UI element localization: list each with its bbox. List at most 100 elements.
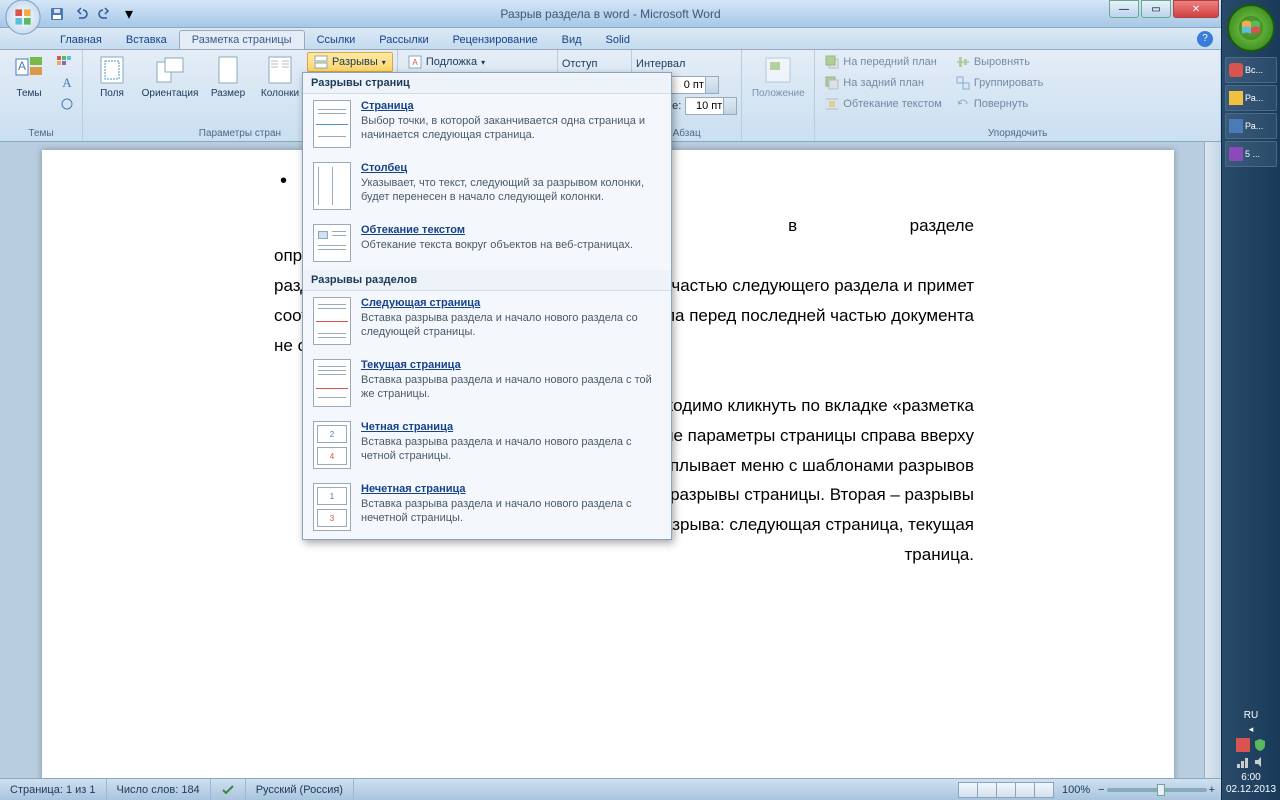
svg-text:A: A [412, 58, 418, 67]
zoom-level[interactable]: 100% [1062, 784, 1090, 796]
zoom-out-icon[interactable]: − [1098, 784, 1104, 796]
tray-clock[interactable]: 6:00 02.12.2013 [1226, 772, 1276, 796]
indent-label: Отступ [562, 54, 598, 74]
size-button[interactable]: Размер [203, 52, 253, 118]
doc-text: траница. [905, 545, 975, 564]
window-title: Разрыв раздела в word - Microsoft Word [500, 7, 720, 21]
break-page-item[interactable]: СтраницаВыбор точки, в которой заканчива… [303, 94, 671, 156]
even-page-icon: 24 [313, 421, 351, 469]
orientation-button[interactable]: Ориентация [139, 52, 201, 118]
group-themes: A Темы A Темы [0, 50, 83, 141]
taskbar-item-3[interactable]: 5 ... [1225, 141, 1277, 167]
office-button[interactable] [4, 0, 42, 36]
save-icon[interactable] [46, 4, 68, 24]
group-button[interactable]: Группировать [950, 73, 1050, 93]
start-button[interactable] [1227, 4, 1275, 52]
back-icon [825, 76, 839, 90]
break-even-page-item[interactable]: 24 Четная страницаВставка разрыва раздел… [303, 415, 671, 477]
tab-solid[interactable]: Solid [594, 31, 642, 49]
status-words[interactable]: Число слов: 184 [107, 779, 211, 800]
tray-expand-icon[interactable]: ◂ [1249, 724, 1254, 735]
view-draft[interactable] [1034, 782, 1054, 798]
spacing-after-input[interactable] [685, 97, 737, 115]
doc-text: В поле параметры страницы справа вверху [629, 426, 974, 445]
break-odd-page-item[interactable]: 13 Нечетная страницаВставка разрыва разд… [303, 477, 671, 539]
doc-text: а разрыва: следующая страница, текущая [639, 515, 974, 534]
text-wrap-break-icon [313, 224, 351, 262]
themes-icon: A [13, 54, 45, 86]
doc-text: асть: разрывы страницы. Вторая – разрывы [626, 485, 974, 504]
rotate-button[interactable]: Повернуть [950, 94, 1050, 114]
view-outline[interactable] [1015, 782, 1035, 798]
tray-language[interactable]: RU [1244, 710, 1258, 721]
statusbar: Страница: 1 из 1 Число слов: 184 Русский… [0, 778, 1221, 800]
align-button[interactable]: Выровнять [950, 52, 1050, 72]
tab-references[interactable]: Ссылки [305, 31, 368, 49]
status-language[interactable]: Русский (Россия) [246, 779, 354, 800]
break-text-wrap-item[interactable]: Обтекание текстомОбтекание текста вокруг… [303, 218, 671, 270]
send-back-button[interactable]: На задний план [819, 73, 948, 93]
status-proof-icon[interactable] [211, 779, 246, 800]
dropdown-header-page-breaks: Разрывы страниц [303, 73, 671, 94]
size-icon [212, 54, 244, 86]
breaks-icon [314, 55, 328, 69]
taskbar-item-2[interactable]: Ра... [1225, 113, 1277, 139]
tray-shield-icon[interactable] [1253, 738, 1267, 752]
tab-review[interactable]: Рецензирование [441, 31, 550, 49]
tab-view[interactable]: Вид [550, 31, 594, 49]
view-print-layout[interactable] [958, 782, 978, 798]
themes-button[interactable]: A Темы [4, 52, 54, 118]
theme-fonts-icon[interactable]: A [56, 73, 78, 93]
orientation-icon [154, 54, 186, 86]
dropdown-header-section-breaks: Разрывы разделов [303, 270, 671, 291]
zoom-slider[interactable] [1107, 788, 1207, 792]
titlebar: ▾ Разрыв раздела в word - Microsoft Word… [0, 0, 1221, 28]
system-tray: RU ◂ 6:00 02.12.2013 [1222, 706, 1280, 800]
tray-flag-icon[interactable] [1236, 738, 1250, 752]
vertical-scrollbar[interactable] [1204, 142, 1221, 778]
next-page-icon [313, 297, 351, 345]
text-wrap-button[interactable]: Обтекание текстом [819, 94, 948, 114]
margins-button[interactable]: Поля [87, 52, 137, 118]
columns-button[interactable]: Колонки [255, 52, 305, 118]
tray-network-icon[interactable] [1236, 755, 1250, 769]
theme-effects-icon[interactable] [56, 94, 78, 114]
qat-more-icon[interactable]: ▾ [118, 4, 140, 24]
break-next-page-item[interactable]: Следующая страницаВставка разрыва раздел… [303, 291, 671, 353]
maximize-button[interactable]: ▭ [1141, 0, 1171, 18]
taskbar-item-0[interactable]: Вс... [1225, 57, 1277, 83]
zoom-in-icon[interactable]: + [1209, 784, 1215, 796]
align-icon [956, 55, 970, 69]
tray-volume-icon[interactable] [1253, 755, 1267, 769]
windows-taskbar: Вс... Ра... Ра... 5 ... RU ◂ 6:00 02.12.… [1221, 0, 1280, 800]
spacing-label: Интервал [636, 54, 685, 74]
tab-insert[interactable]: Вставка [114, 31, 179, 49]
break-continuous-item[interactable]: Текущая страницаВставка разрыва раздела … [303, 353, 671, 415]
group-arrange: На передний план На задний план Обтекани… [815, 50, 1221, 141]
margins-icon [96, 54, 128, 86]
bring-front-button[interactable]: На передний план [819, 52, 948, 72]
undo-icon[interactable] [70, 4, 92, 24]
tab-page-layout[interactable]: Разметка страницы [179, 30, 305, 49]
tab-mailings[interactable]: Рассылки [367, 31, 440, 49]
tab-home[interactable]: Главная [48, 31, 114, 49]
watermark-button[interactable]: AПодложка▾ [402, 52, 491, 72]
theme-colors-icon[interactable] [56, 52, 78, 72]
taskbar-item-1[interactable]: Ра... [1225, 85, 1277, 111]
word-window: ▾ Разрыв раздела в word - Microsoft Word… [0, 0, 1221, 800]
breaks-button[interactable]: Разрывы▾ [307, 52, 393, 72]
break-column-item[interactable]: СтолбецУказывает, что текст, следующий з… [303, 156, 671, 218]
view-full-screen[interactable] [977, 782, 997, 798]
view-web[interactable] [996, 782, 1016, 798]
help-icon[interactable]: ? [1197, 31, 1213, 47]
spacing-before-input[interactable] [667, 76, 719, 94]
redo-icon[interactable] [94, 4, 116, 24]
odd-page-icon: 13 [313, 483, 351, 531]
watermark-icon: A [408, 55, 422, 69]
minimize-button[interactable]: — [1109, 0, 1139, 18]
position-icon [762, 54, 794, 86]
close-button[interactable]: ✕ [1173, 0, 1219, 18]
position-button[interactable]: Положение [746, 52, 810, 118]
status-page[interactable]: Страница: 1 из 1 [0, 779, 107, 800]
quick-access-toolbar: ▾ [46, 4, 140, 24]
